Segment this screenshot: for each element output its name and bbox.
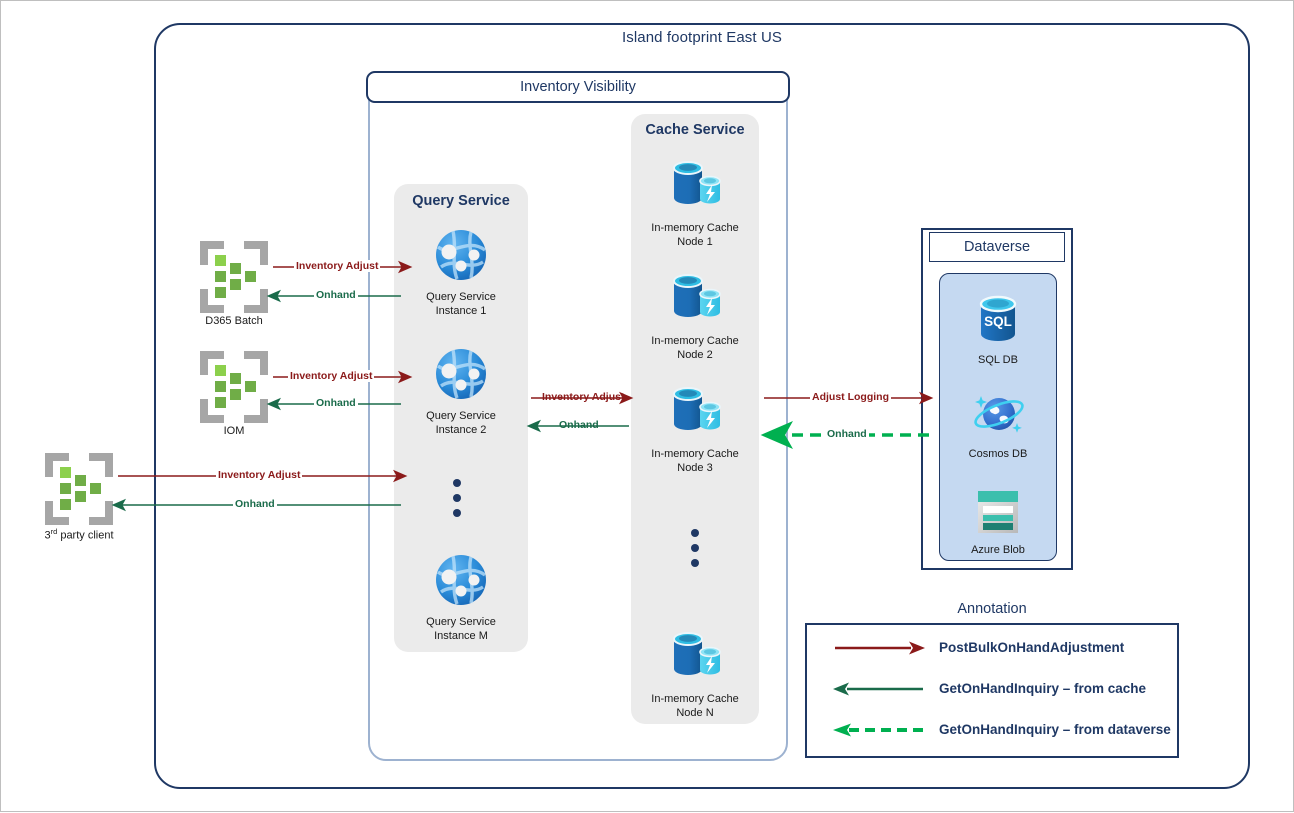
solid-left-arrow-green-icon (833, 682, 923, 695)
legend-label-post-bulk: PostBulkOnHandAdjustment (939, 640, 1125, 655)
annotation-legend-rows: PostBulkOnHandAdjustment GetOnHandInquir… (805, 629, 1179, 755)
label-iom-onhand: Onhand (314, 397, 358, 409)
legend-row-post-bulk: PostBulkOnHandAdjustment (805, 629, 1179, 666)
label-query-cache-inventory-adjust: Inventory Adjust (542, 391, 625, 403)
legend-row-from-cache: GetOnHandInquiry – from cache (805, 670, 1179, 707)
annotation-legend-title: Annotation (805, 594, 1179, 625)
label-iom-inventory-adjust: Inventory Adjust (288, 370, 375, 382)
legend-label-from-cache: GetOnHandInquiry – from cache (939, 681, 1147, 696)
label-d365-onhand: Onhand (314, 289, 358, 301)
solid-right-arrow-red-icon (835, 641, 925, 654)
dashed-left-arrow-green-icon (833, 723, 923, 736)
label-3rd-party-onhand: Onhand (233, 498, 277, 510)
legend-row-from-dataverse: GetOnHandInquiry – from dataverse (805, 711, 1179, 748)
label-adjust-logging: Adjust Logging (810, 391, 891, 403)
diagram-canvas: Island footprint East US Inventory Visib… (0, 0, 1294, 812)
label-d365-inventory-adjust: Inventory Adjust (294, 260, 381, 272)
legend-label-from-dataverse: GetOnHandInquiry – from dataverse (939, 722, 1171, 737)
label-cache-query-onhand: Onhand (559, 419, 599, 431)
label-3rd-party-inventory-adjust: Inventory Adjust (216, 469, 303, 481)
label-dataverse-onhand: Onhand (825, 428, 869, 440)
